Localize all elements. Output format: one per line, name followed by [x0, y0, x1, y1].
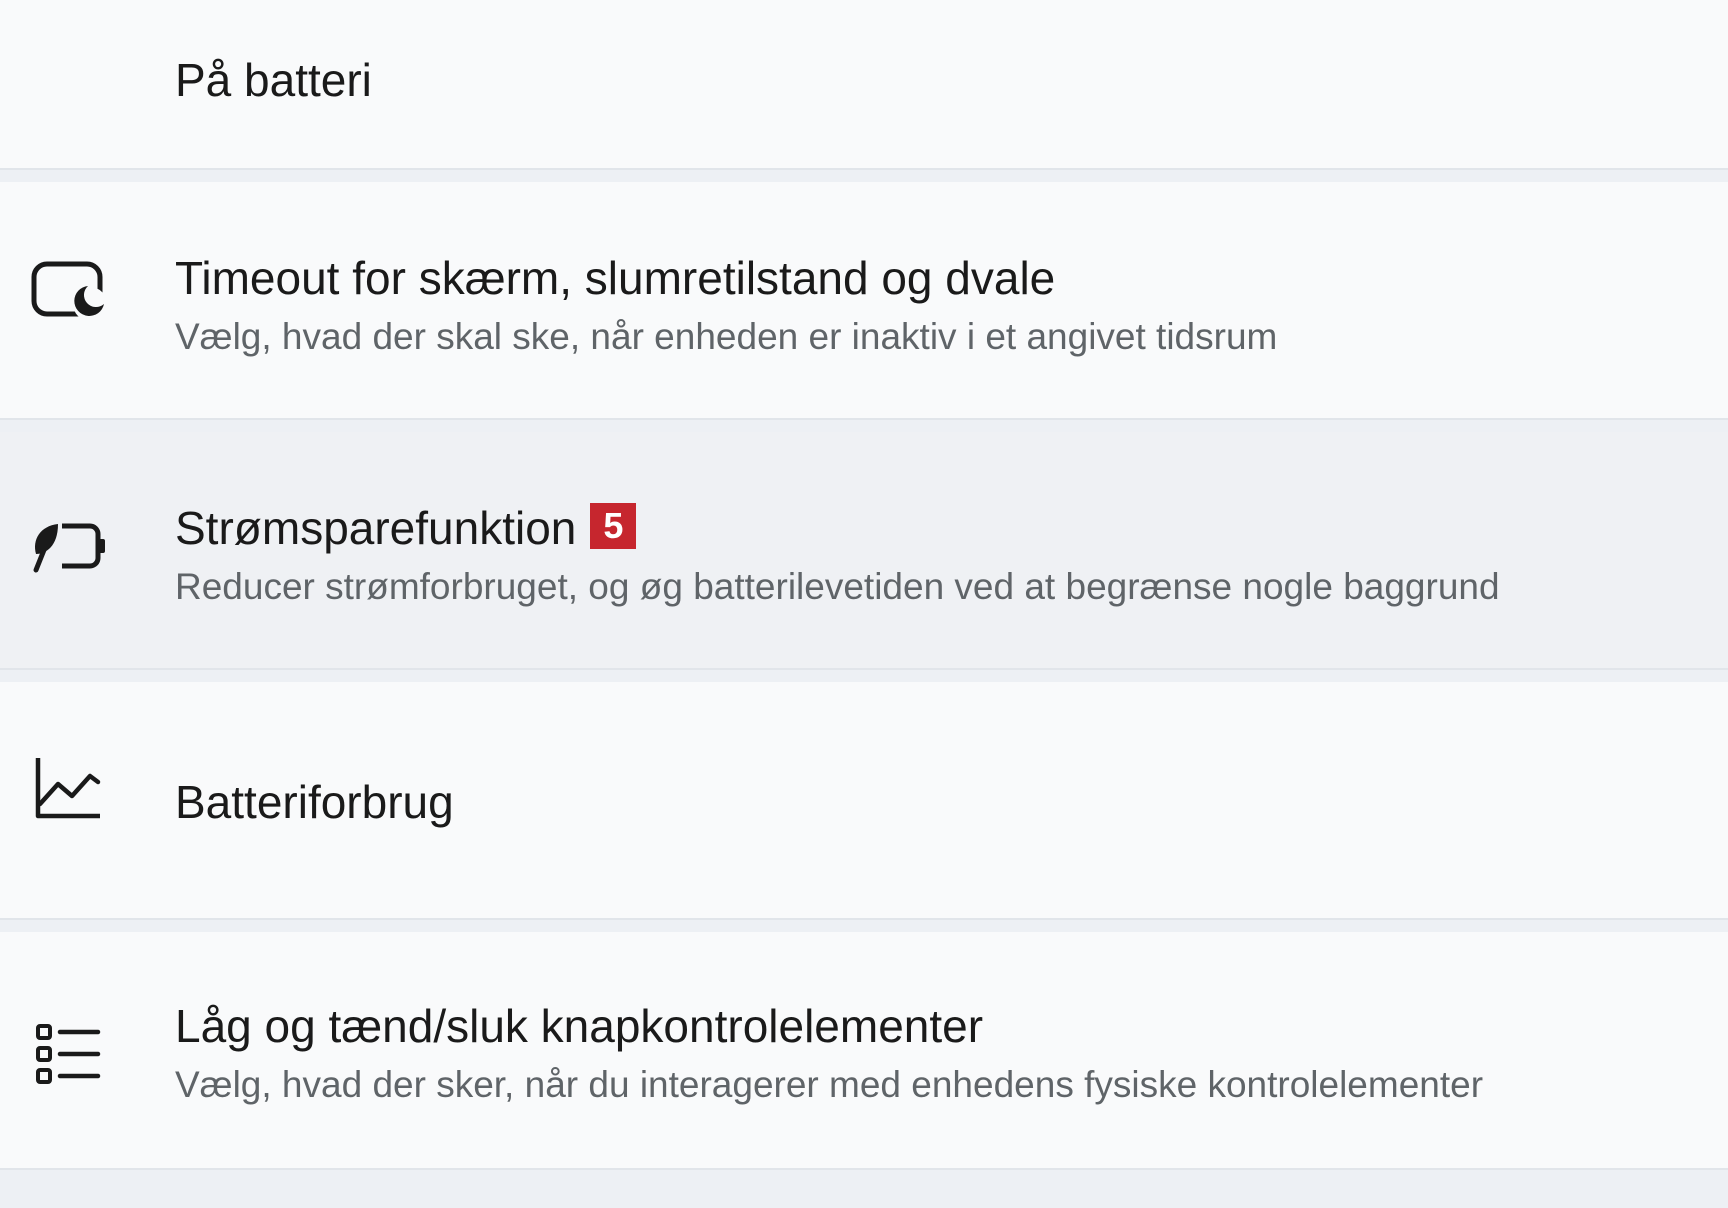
settings-item-title: Låg og tænd/sluk knapkontrolelementer [175, 1000, 984, 1052]
settings-item-screen-timeout[interactable]: Timeout for skærm, slumretilstand og dva… [0, 182, 1728, 418]
settings-item-title: Batteriforbrug [175, 776, 454, 828]
settings-item-title-text: Strømsparefunktion [175, 502, 577, 554]
screen-sleep-icon [28, 248, 108, 328]
power-settings-panel: På batteri Timeout for skærm, slumretils… [0, 0, 1728, 1208]
on-battery-section: På batteri [0, 0, 1728, 168]
settings-item-title: Strømsparefunktion 5 [175, 500, 637, 556]
section-header-label: På batteri [175, 54, 372, 106]
settings-item-description: Vælg, hvad der skal ske, når enheden er … [175, 316, 1278, 357]
settings-item-description: Vælg, hvad der sker, når du interagerer … [175, 1064, 1484, 1105]
settings-item-description: Reducer strømforbruget, og øg batterilev… [175, 566, 1500, 607]
energy-saver-icon [28, 506, 108, 586]
battery-usage-chart-icon [28, 748, 108, 828]
settings-item-energy-saver[interactable]: Strømsparefunktion 5 Reducer strømforbrug… [0, 432, 1728, 668]
annotation-badge: 5 [590, 503, 637, 549]
checklist-icon [28, 1014, 108, 1094]
settings-item-title: Timeout for skærm, slumretilstand og dva… [175, 252, 1056, 304]
settings-item-lid-power-button[interactable]: Låg og tænd/sluk knapkontrolelementer Væ… [0, 932, 1728, 1168]
settings-item-battery-usage[interactable]: Batteriforbrug [0, 682, 1728, 918]
